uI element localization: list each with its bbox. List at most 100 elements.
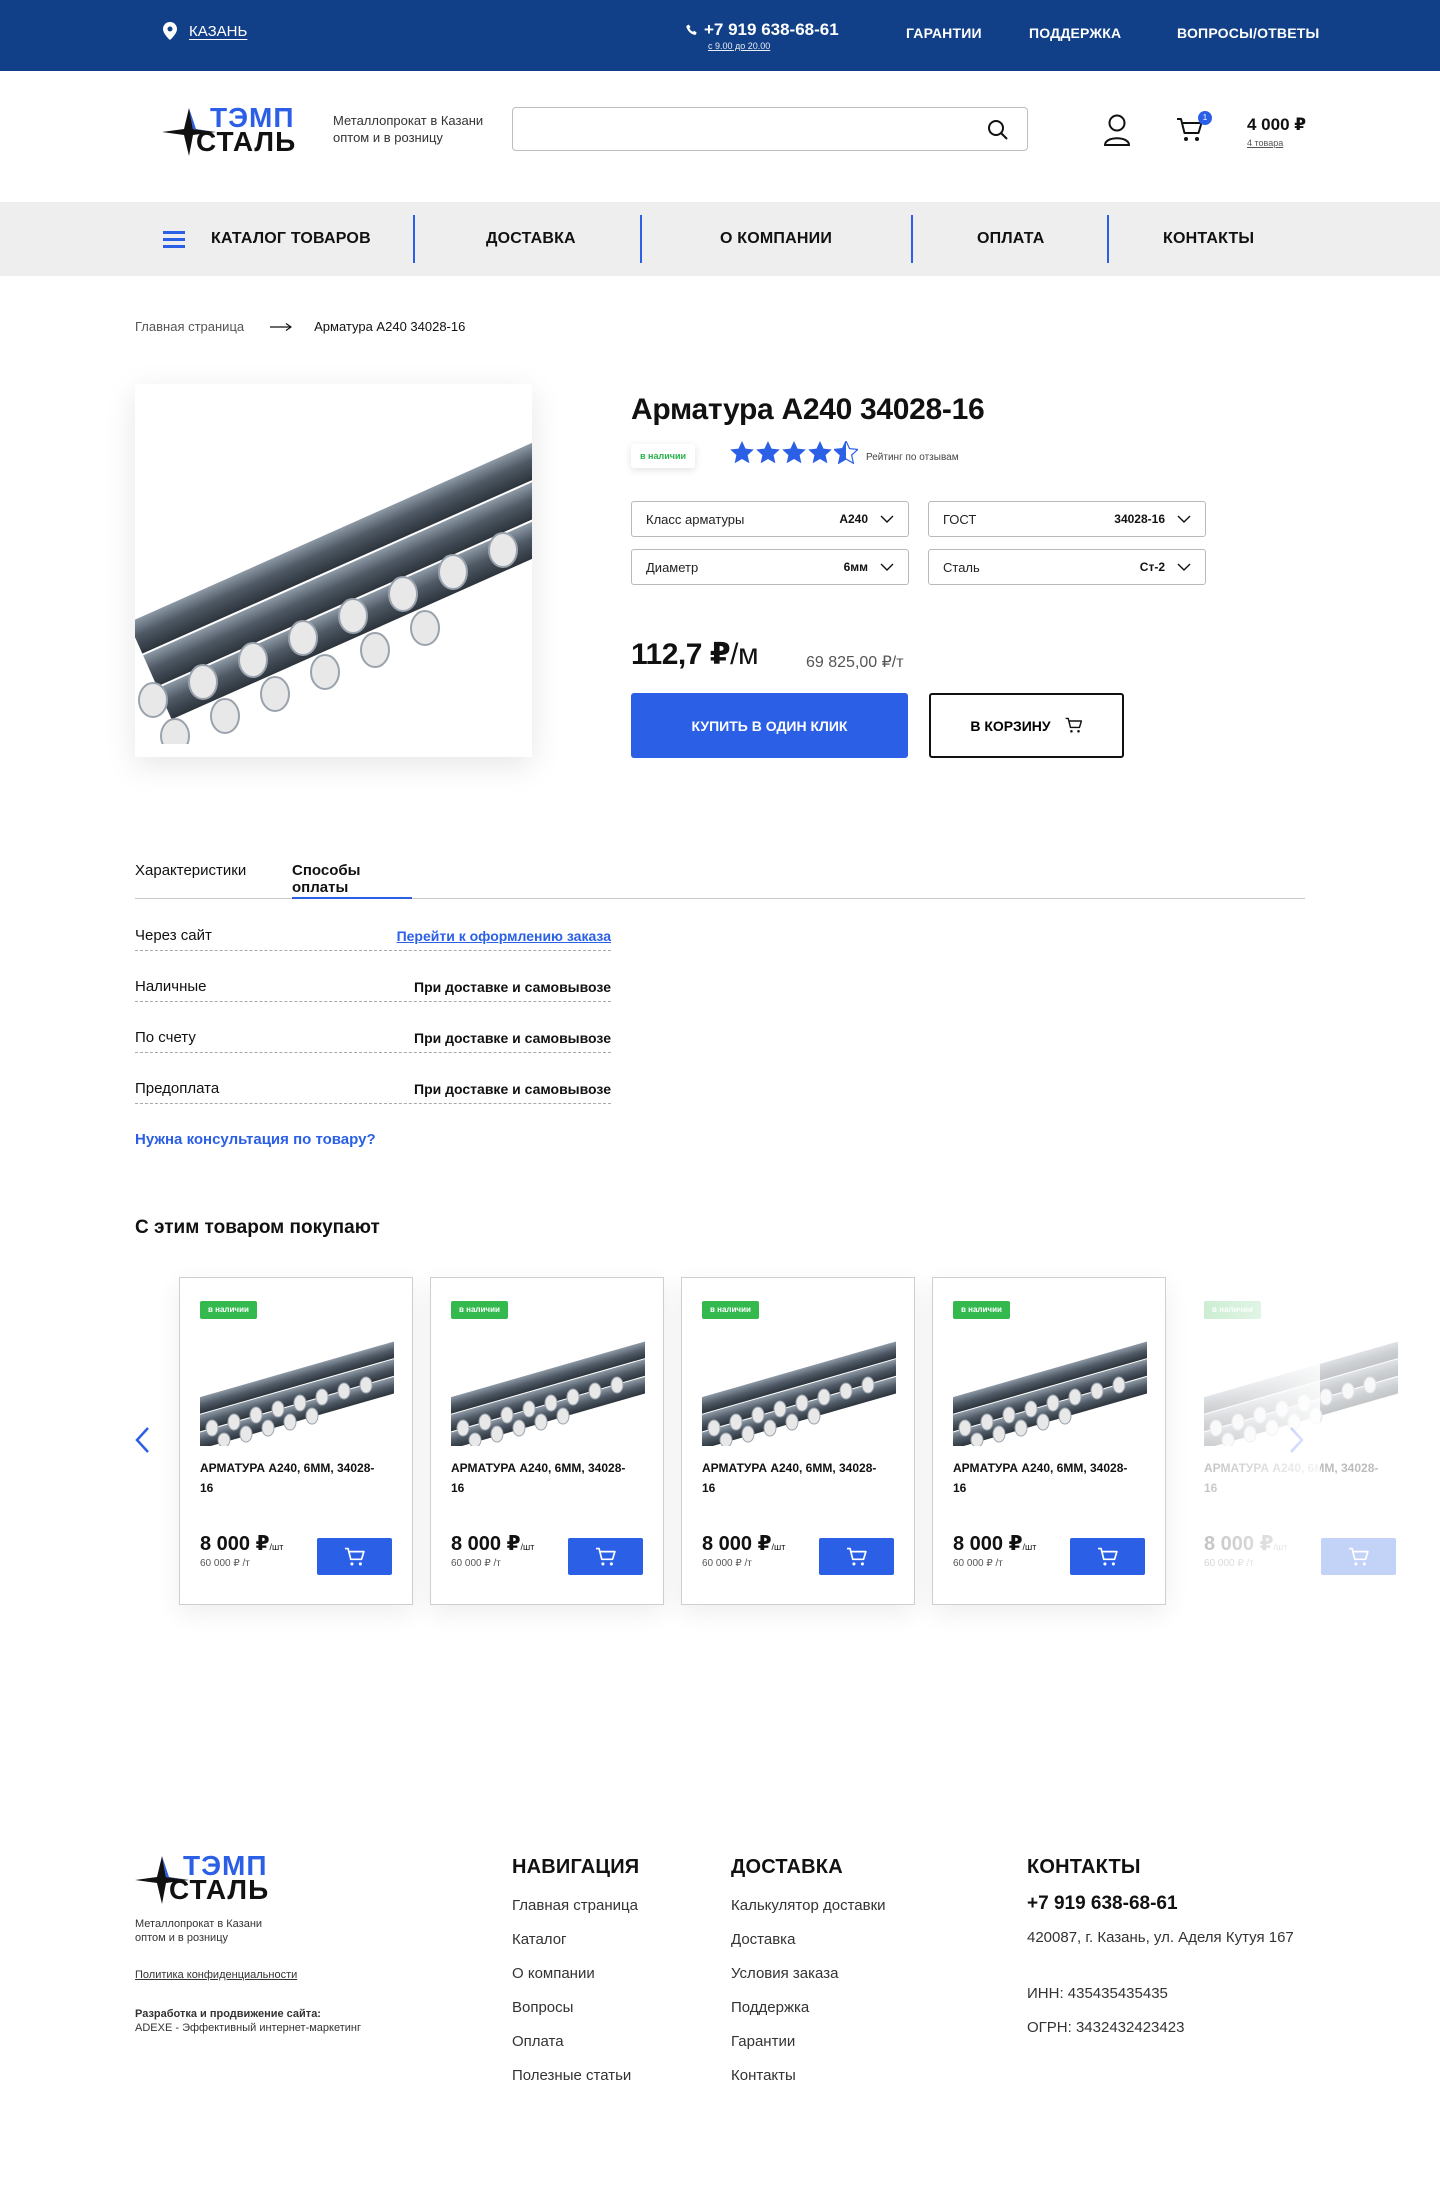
option-gost[interactable]: ГОСТ 34028-16 [928, 501, 1206, 537]
rebar-thumbnail-image [200, 1336, 394, 1446]
tagline-line-1: Металлопрокат в Казани [333, 113, 484, 128]
product-thumbnail[interactable] [451, 1330, 645, 1446]
privacy-policy-link[interactable]: Политика конфиденциальности [135, 1968, 297, 1982]
nav-item-delivery[interactable]: ДОСТАВКА [486, 202, 576, 276]
footer-link-contacts[interactable]: Контакты [731, 2067, 796, 2084]
footer-link-questions[interactable]: Вопросы [512, 1999, 573, 2016]
cart-icon [1065, 717, 1082, 733]
footer-link-about[interactable]: О компании [512, 1965, 595, 1982]
top-link-support[interactable]: ПОДДЕРЖКА [1029, 25, 1121, 41]
footer-link-calculator[interactable]: Калькулятор доставки [731, 1897, 886, 1914]
payment-condition: При доставке и самовывозе [414, 1081, 611, 1097]
add-to-cart-button[interactable]: В КОРЗИНУ [929, 693, 1124, 758]
option-diameter[interactable]: Диаметр 6мм [631, 549, 909, 585]
star-icon [808, 441, 832, 464]
catalog-menu-button[interactable]: КАТАЛОГ ТОВАРОВ [163, 202, 371, 276]
price-per-ton: 60 000 ₽ /т [953, 1558, 1003, 1569]
product-price: 8 000 ₽/шт [451, 1531, 534, 1556]
product-name[interactable]: АРМАТУРА А240, 6ММ, 34028-16 [200, 1458, 380, 1498]
related-product-card[interactable]: в наличии АРМАТУРА А240, 6ММ, 34028-16 8 0… [681, 1277, 915, 1605]
site-logo[interactable]: ТЭМП СТАЛЬ [162, 104, 296, 156]
user-account-icon[interactable] [1104, 114, 1130, 146]
tab-characteristics[interactable]: Характеристики [135, 862, 246, 899]
payment-method: По счету [135, 1029, 196, 1046]
breadcrumb: Главная страница Арматура А240 34028-16 [135, 319, 465, 334]
footer-phone[interactable]: +7 919 638-68-61 [1027, 1893, 1178, 1915]
chevron-down-icon [880, 515, 894, 523]
footer-link-guarantees[interactable]: Гарантии [731, 2033, 795, 2050]
option-label: Класс арматуры [646, 511, 745, 527]
product-thumbnail[interactable] [200, 1330, 394, 1446]
option-rebar-class[interactable]: Класс арматуры А240 [631, 501, 909, 537]
footer-logo[interactable]: ТЭМП СТАЛЬ [135, 1852, 269, 1904]
top-link-guarantees[interactable]: ГАРАНТИИ [906, 25, 982, 41]
add-to-cart-button[interactable] [819, 1538, 894, 1575]
header-tagline: Металлопрокат в Казани оптом и в розницу [333, 112, 483, 146]
arrow-right-icon [270, 322, 293, 331]
burger-menu-icon [163, 227, 185, 252]
price-per-ton: 69 825,00 ₽/т [806, 654, 904, 671]
add-to-cart-button[interactable] [1070, 1538, 1145, 1575]
footer-link-support[interactable]: Поддержка [731, 1999, 809, 2016]
product-name[interactable]: АРМАТУРА А240, 6ММ, 34028-16 [451, 1458, 631, 1498]
product-price: 8 000 ₽/шт [200, 1531, 283, 1556]
product-title: Арматура А240 34028-16 [631, 393, 985, 426]
city-selector[interactable]: КАЗАНЬ [163, 22, 247, 40]
header-cart[interactable]: 1 [1176, 111, 1212, 148]
nav-item-payment[interactable]: ОПЛАТА [977, 202, 1044, 276]
working-hours[interactable]: с 9.00 до 20.00 [708, 41, 839, 51]
cart-summary[interactable]: 4 000 ₽ 4 товара [1247, 115, 1306, 148]
developer-link[interactable]: ADEXE - Эффективный интернет-маркетинг [135, 2021, 361, 2035]
footer-link-catalog[interactable]: Каталог [512, 1931, 567, 1948]
stock-badge: в наличии [953, 1301, 1010, 1319]
related-product-card[interactable]: в наличии АРМАТУРА А240, 6ММ, 34028-16 8 0… [179, 1277, 413, 1605]
option-label: Диаметр [646, 559, 699, 575]
footer-link-order-terms[interactable]: Условия заказа [731, 1965, 838, 1982]
breadcrumb-home[interactable]: Главная страница [135, 319, 244, 334]
option-steel[interactable]: Сталь Ст-2 [928, 549, 1206, 585]
search-input[interactable] [513, 108, 973, 150]
search-icon[interactable] [987, 119, 1009, 141]
tab-payment-methods[interactable]: Способы оплаты [292, 862, 412, 899]
carousel-prev-icon[interactable] [134, 1426, 150, 1454]
rating-stars[interactable] [730, 441, 858, 464]
nav-divider [640, 215, 642, 263]
cart-icon [344, 1547, 365, 1565]
chevron-down-icon [1177, 515, 1191, 523]
product-name[interactable]: АРМАТУРА А240, 6ММ, 34028-16 [953, 1458, 1133, 1498]
buy-one-click-button[interactable]: КУПИТЬ В ОДИН КЛИК [631, 693, 908, 758]
top-phone-link[interactable]: +7 919 638-68-61 [686, 20, 839, 40]
nav-item-about[interactable]: О КОМПАНИИ [720, 202, 832, 276]
option-value: А240 [839, 512, 868, 526]
carousel-fade [1185, 1271, 1320, 1611]
payment-method: Предоплата [135, 1080, 220, 1097]
add-to-cart-button[interactable] [568, 1538, 643, 1575]
top-link-faq[interactable]: ВОПРОСЫ/ОТВЕТЫ [1177, 25, 1319, 41]
rebar-thumbnail-image [451, 1336, 645, 1446]
price-per-ton: 60 000 ₽ /т [451, 1558, 501, 1569]
related-product-card[interactable]: в наличии АРМАТУРА А240, 6ММ, 34028-16 8 0… [430, 1277, 664, 1605]
product-thumbnail[interactable] [953, 1330, 1147, 1446]
phone-icon [686, 24, 697, 35]
footer-nav-title: НАВИГАЦИЯ [512, 1856, 640, 1878]
site-header: ТЭМП СТАЛЬ Металлопрокат в Казани оптом … [0, 71, 1440, 202]
price-unit: /шт [269, 1542, 284, 1552]
checkout-link[interactable]: Перейти к оформлению заказа [397, 928, 611, 944]
catalog-label: КАТАЛОГ ТОВАРОВ [211, 230, 371, 247]
footer-link-home[interactable]: Главная страница [512, 1897, 638, 1914]
add-to-cart-button[interactable] [1321, 1538, 1396, 1575]
footer-link-articles[interactable]: Полезные статьи [512, 2067, 631, 2084]
option-label: ГОСТ [943, 511, 977, 527]
cart-icon [595, 1547, 616, 1565]
footer-link-payment[interactable]: Оплата [512, 2033, 564, 2050]
nav-item-contacts[interactable]: КОНТАКТЫ [1163, 202, 1254, 276]
product-thumbnail[interactable] [702, 1330, 896, 1446]
consultation-link[interactable]: Нужна консультация по товару? [135, 1131, 376, 1148]
product-image[interactable] [135, 384, 532, 757]
product-price: 8 000 ₽/шт [702, 1531, 785, 1556]
add-to-cart-button[interactable] [317, 1538, 392, 1575]
footer-link-delivery[interactable]: Доставка [731, 1931, 795, 1948]
related-product-card[interactable]: в наличии АРМАТУРА А240, 6ММ, 34028-16 8 0… [932, 1277, 1166, 1605]
footer-tagline: Металлопрокат в Казани оптом и в розницу [135, 1917, 262, 1945]
product-name[interactable]: АРМАТУРА А240, 6ММ, 34028-16 [702, 1458, 882, 1498]
